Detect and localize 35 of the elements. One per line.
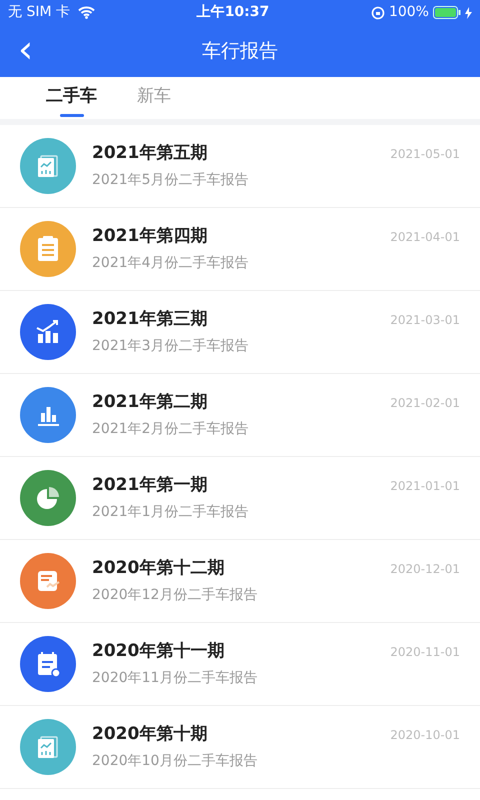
report-date: 2021-02-01 (390, 395, 460, 412)
back-button[interactable]: ‹ (10, 29, 42, 69)
report-title: 2021年第一期 (92, 474, 208, 497)
report-date: 2021-03-01 (390, 312, 460, 329)
report-subtitle: 2020年12月份二手车报告 (92, 586, 258, 606)
charging-icon (464, 6, 472, 18)
report-title: 2021年第二期 (92, 390, 208, 414)
battery-text: 100% (388, 3, 429, 22)
battery-icon (432, 6, 461, 19)
report-date: 2021-04-01 (390, 229, 460, 246)
report-subtitle: 2021年5月份二手车报告 (92, 171, 250, 190)
report-title: 2020年第十期 (92, 722, 208, 746)
report-date: 2020-10-01 (390, 727, 460, 744)
report-subtitle: 2021年2月份二手车报告 (92, 420, 250, 440)
report-date: 2020-12-01 (390, 561, 460, 578)
report-subtitle: 2020年11月份二手车报告 (92, 669, 258, 688)
report-title: 2021年第三期 (92, 308, 208, 331)
carrier-text: 无 SIM 卡 (8, 3, 70, 22)
report-title: 2020年第十一期 (92, 640, 226, 663)
report-title: 2020年第十二期 (92, 556, 226, 580)
report-subtitle: 2021年4月份二手车报告 (92, 254, 250, 274)
report-date: 2020-11-01 (390, 644, 460, 661)
tab[interactable]: 新车 (135, 76, 173, 119)
report-title: 2021年第四期 (92, 224, 208, 248)
clock-text: 上午10:37 (196, 3, 270, 22)
report-date: 2021-05-01 (390, 146, 460, 163)
report-subtitle: 2020年10月份二手车报告 (92, 752, 258, 772)
report-subtitle: 2021年1月份二手车报告 (92, 503, 250, 522)
rotation-lock-icon (370, 6, 385, 20)
report-date: 2021-01-01 (390, 478, 460, 495)
wifi-icon (78, 6, 95, 19)
report-subtitle: 2021年3月份二手车报告 (92, 337, 250, 356)
page-title: 车行报告 (202, 38, 278, 64)
report-title: 2021年第五期 (92, 142, 208, 165)
tab[interactable]: 二手车 (44, 76, 99, 119)
